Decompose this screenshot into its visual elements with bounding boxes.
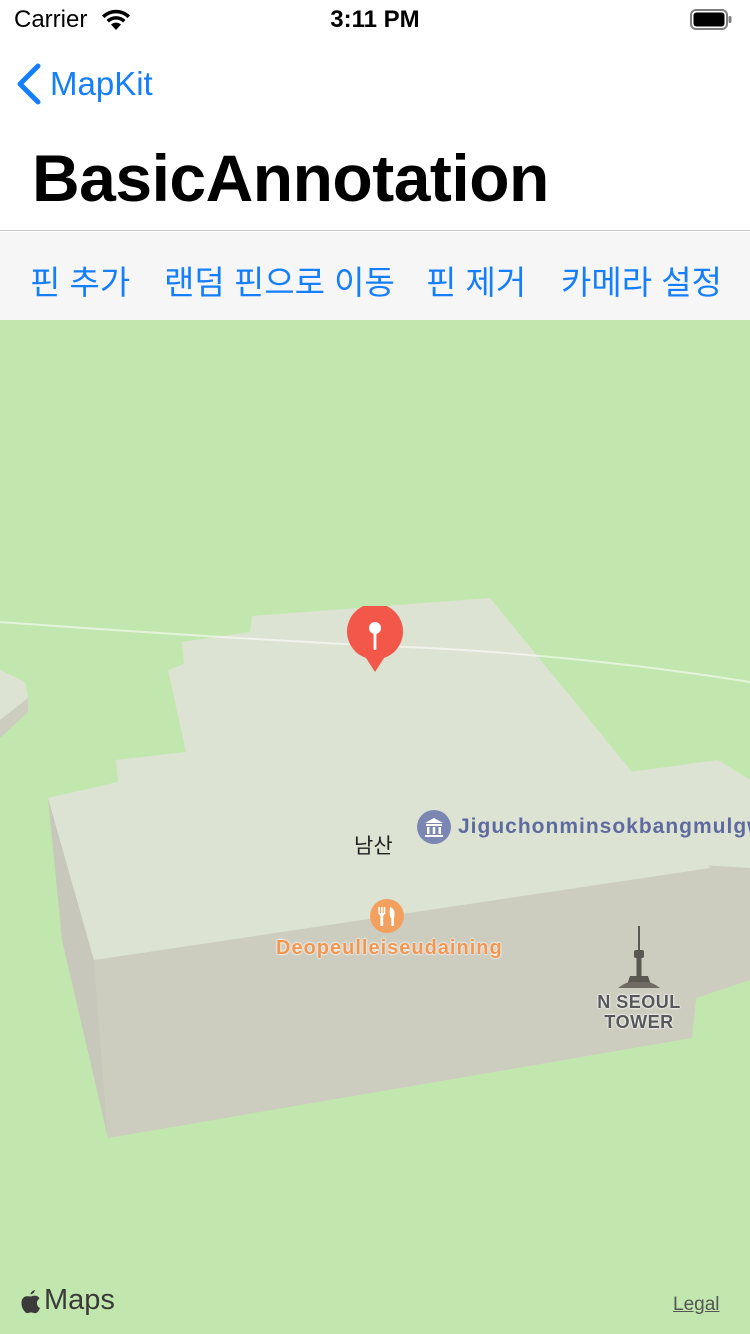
navigation-bar: MapKit BasicAnnotation xyxy=(0,40,750,231)
pin-icon[interactable] xyxy=(346,606,404,674)
tower-icon[interactable] xyxy=(618,924,660,990)
museum-label[interactable]: Jiguchonminsokbangmulgwan xyxy=(458,815,750,839)
back-button[interactable]: MapKit xyxy=(14,62,153,106)
clock: 3:11 PM xyxy=(330,6,420,33)
move-random-pin-button[interactable]: 랜덤 핀으로 이동 xyxy=(164,256,395,304)
battery-icon xyxy=(690,9,732,30)
status-bar: Carrier 3:11 PM xyxy=(0,0,750,40)
restaurant-label[interactable]: Deopeulleiseudaining xyxy=(276,937,503,960)
remove-pin-button[interactable]: 핀 제거 xyxy=(426,256,526,304)
map-view[interactable]: 남산 Jiguchonminsokbangmulgwan Deopeulleis… xyxy=(0,320,750,1334)
museum-icon[interactable] xyxy=(417,810,451,844)
chevron-left-icon xyxy=(17,63,41,105)
maps-attribution-label: Maps xyxy=(44,1284,115,1316)
maps-attribution: Maps xyxy=(20,1284,115,1317)
namsan-label: 남산 xyxy=(354,835,393,858)
add-pin-button[interactable]: 핀 추가 xyxy=(30,256,130,304)
apple-icon xyxy=(21,1289,40,1313)
legal-link[interactable]: Legal xyxy=(673,1294,720,1316)
tower-label[interactable]: N SEOUL TOWER xyxy=(587,992,691,1032)
restaurant-icon[interactable] xyxy=(370,899,404,933)
page-title: BasicAnnotation xyxy=(32,141,549,215)
action-toolbar: 핀 추가 랜덤 핀으로 이동 핀 제거 카메라 설정 xyxy=(0,232,750,320)
camera-settings-button[interactable]: 카메라 설정 xyxy=(561,256,722,304)
back-button-label: MapKit xyxy=(50,65,153,102)
